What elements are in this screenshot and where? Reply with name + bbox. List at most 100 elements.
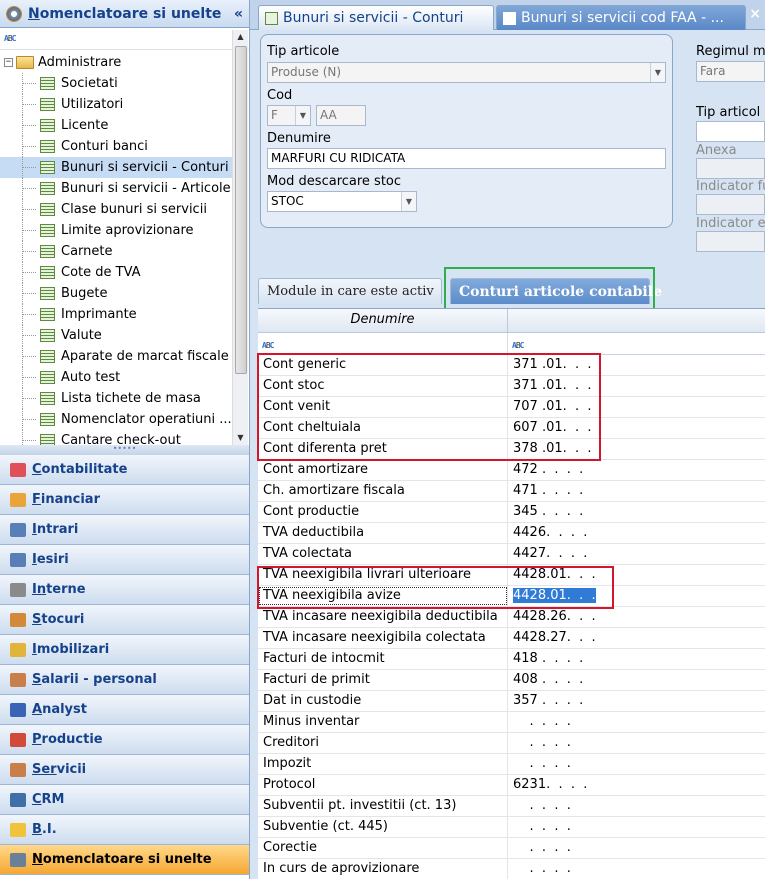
nav-item[interactable]: B.I. — [0, 815, 249, 845]
table-row[interactable]: Facturi de intocmit 418 . . . . — [258, 649, 765, 670]
cell-denumire[interactable]: TVA neexigibila avize — [258, 586, 508, 606]
cell-denumire[interactable]: Subventie (ct. 445) — [258, 817, 508, 837]
table-row[interactable]: Cont cheltuiala 607 .01. . . — [258, 418, 765, 439]
table-row[interactable]: TVA colectata 4427. . . . — [258, 544, 765, 565]
table-row[interactable]: In curs de aprovizionare . . . . — [258, 859, 765, 879]
cell-cont[interactable]: 378 .01. . . — [508, 439, 592, 459]
tree-item[interactable]: Nomenclator operatiuni ... — [0, 409, 232, 430]
tree-filter-row[interactable]: ABC — [0, 28, 249, 50]
table-row[interactable]: Protocol 6231. . . . — [258, 775, 765, 796]
cell-denumire[interactable]: In curs de aprovizionare — [258, 859, 508, 879]
cell-cont[interactable]: 6231. . . . — [508, 775, 587, 795]
cell-cont[interactable]: . . . . — [508, 754, 571, 774]
tab-module-activ[interactable]: Module in care este activ — [258, 278, 442, 304]
cell-denumire[interactable]: Minus inventar — [258, 712, 508, 732]
table-row[interactable]: Facturi de primit 408 . . . . — [258, 670, 765, 691]
tip-articol-field[interactable] — [696, 121, 765, 142]
scroll-thumb[interactable] — [235, 46, 247, 374]
nav-item[interactable]: Servicii — [0, 755, 249, 785]
anexa-field[interactable] — [696, 158, 765, 179]
tree-item[interactable]: Bunuri si servicii - Conturi — [0, 157, 232, 178]
cell-cont[interactable]: 707 .01. . . — [508, 397, 592, 417]
tree-item[interactable]: Clase bunuri si servicii — [0, 199, 232, 220]
cell-cont[interactable]: 472 . . . . — [508, 460, 583, 480]
tree-item[interactable]: Cote de TVA — [0, 262, 232, 283]
tree-item[interactable]: Licente — [0, 115, 232, 136]
nav-item[interactable]: Intrari — [0, 515, 249, 545]
table-row[interactable]: Minus inventar . . . . — [258, 712, 765, 733]
cell-denumire[interactable]: Impozit — [258, 754, 508, 774]
cell-denumire[interactable]: Facturi de primit — [258, 670, 508, 690]
cell-denumire[interactable]: Cont cheltuiala — [258, 418, 508, 438]
cell-cont[interactable]: 4428.26. . . — [508, 607, 596, 627]
cell-cont[interactable]: . . . . — [508, 859, 571, 879]
chevron-down-icon[interactable]: ▼ — [650, 63, 665, 82]
cell-denumire[interactable]: TVA deductibila — [258, 523, 508, 543]
grid-filter-row[interactable]: ABC ABC — [258, 333, 765, 355]
cell-denumire[interactable]: Cont generic — [258, 355, 508, 375]
cod-prefix-select[interactable]: F ▼ — [267, 105, 311, 126]
nav-item[interactable]: Stocuri — [0, 605, 249, 635]
cell-cont[interactable]: 4426. . . . — [508, 523, 587, 543]
nav-item[interactable]: Analyst — [0, 695, 249, 725]
cell-denumire[interactable]: Cont stoc — [258, 376, 508, 396]
tree-item[interactable]: Bunuri si servicii - Articole — [0, 178, 232, 199]
cell-denumire[interactable]: Ch. amortizare fiscala — [258, 481, 508, 501]
cell-denumire[interactable]: TVA colectata — [258, 544, 508, 564]
cell-denumire[interactable]: Dat in custodie — [258, 691, 508, 711]
table-row[interactable]: Subventii pt. investitii (ct. 13) . . . … — [258, 796, 765, 817]
cell-cont[interactable]: 4427. . . . — [508, 544, 587, 564]
table-row[interactable]: TVA incasare neexigibila deductibila 4428… — [258, 607, 765, 628]
table-row[interactable]: Cont diferenta pret 378 .01. . . — [258, 439, 765, 460]
nav-item[interactable]: Interne — [0, 575, 249, 605]
cell-denumire[interactable]: Cont amortizare — [258, 460, 508, 480]
nav-item[interactable]: CRM — [0, 785, 249, 815]
tab-bunuri-cod-faa[interactable]: Bunuri si servicii cod FAA - ... — [496, 5, 746, 30]
nav-item[interactable]: Productie — [0, 725, 249, 755]
tree-node-administrare[interactable]: − Administrare — [0, 52, 232, 73]
nav-item[interactable]: Salarii - personal — [0, 665, 249, 695]
nav-item[interactable]: Financiar — [0, 485, 249, 515]
cell-denumire[interactable]: Corectie — [258, 838, 508, 858]
scroll-up-icon[interactable]: ▲ — [233, 30, 248, 44]
cell-cont[interactable]: 371 .01. . . — [508, 376, 592, 396]
denumire-field[interactable]: MARFURI CU RIDICATA — [267, 148, 666, 169]
chevron-down-icon[interactable]: ▼ — [295, 106, 310, 125]
tree-item[interactable]: Auto test — [0, 367, 232, 388]
cell-cont[interactable]: 4428.27. . . — [508, 628, 596, 648]
cell-cont[interactable]: 4428.01. . . — [508, 586, 596, 606]
tree-item[interactable]: Cantare check-out — [0, 430, 232, 445]
collapse-pane-button[interactable]: « — [234, 6, 243, 22]
table-row[interactable]: Creditori . . . . — [258, 733, 765, 754]
tree-item[interactable]: Aparate de marcat fiscale — [0, 346, 232, 367]
filter-cell-denumire[interactable]: ABC — [258, 333, 508, 354]
cell-denumire[interactable]: Protocol — [258, 775, 508, 795]
tree-scrollbar[interactable]: ▲ ▼ — [232, 30, 248, 445]
cell-denumire[interactable]: TVA incasare neexigibila colectata — [258, 628, 508, 648]
table-row[interactable]: Subventie (ct. 445) . . . . — [258, 817, 765, 838]
tree-item[interactable]: Bugete — [0, 283, 232, 304]
table-row[interactable]: TVA incasare neexigibila colectata 4428.2… — [258, 628, 765, 649]
close-tab-icon[interactable]: × — [749, 6, 761, 22]
nav-item[interactable]: Nomenclatoare si unelte — [0, 845, 249, 875]
cell-cont[interactable]: . . . . — [508, 733, 571, 753]
cell-denumire[interactable]: TVA incasare neexigibila deductibila — [258, 607, 508, 627]
tree-item[interactable]: Valute — [0, 325, 232, 346]
table-row[interactable]: TVA neexigibila livrari ulterioare 4428.0… — [258, 565, 765, 586]
cell-denumire[interactable]: Cont productie — [258, 502, 508, 522]
regim-select[interactable]: Fara — [696, 61, 765, 82]
cell-cont[interactable]: 345 . . . . — [508, 502, 583, 522]
table-row[interactable]: Ch. amortizare fiscala 471 . . . . — [258, 481, 765, 502]
indicator-e-field[interactable] — [696, 231, 765, 252]
table-row[interactable]: Cont generic 371 .01. . . — [258, 355, 765, 376]
indicator-f-field[interactable] — [696, 194, 765, 215]
filter-cell-cont[interactable]: ABC — [508, 333, 524, 354]
mod-descarcare-select[interactable]: STOC ▼ — [267, 191, 417, 212]
cell-cont[interactable]: . . . . — [508, 817, 571, 837]
cell-denumire[interactable]: TVA neexigibila livrari ulterioare — [258, 565, 508, 585]
cell-cont[interactable]: 607 .01. . . — [508, 418, 592, 438]
table-row[interactable]: Cont amortizare 472 . . . . — [258, 460, 765, 481]
cell-cont[interactable]: 4428.01. . . — [508, 565, 596, 585]
collapse-toggle-icon[interactable]: − — [4, 58, 13, 67]
tree-item[interactable]: Imprimante — [0, 304, 232, 325]
